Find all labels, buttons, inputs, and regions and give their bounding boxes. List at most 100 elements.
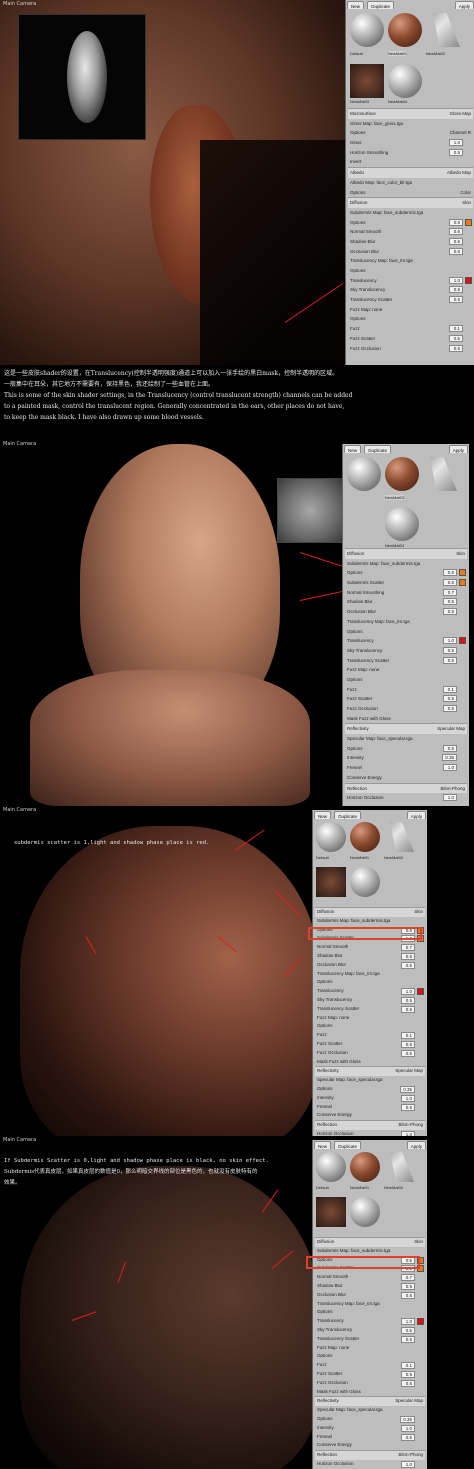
- material-ball[interactable]: [350, 867, 380, 897]
- settings-row[interactable]: Albedo Albedo Map: [348, 167, 473, 178]
- settings-row-value[interactable]: 0.7: [443, 588, 457, 596]
- settings-row[interactable]: Subdermis Map: face_subdermis.tga: [315, 1247, 425, 1256]
- settings-row-value[interactable]: 0.5: [443, 608, 457, 616]
- settings-row[interactable]: Translucency 1.0: [345, 636, 467, 646]
- settings-row[interactable]: Mask Fuzz with Gloss: [345, 714, 467, 724]
- settings-row-value[interactable]: 0.5: [449, 286, 463, 294]
- material-ball[interactable]: [347, 457, 381, 491]
- settings-row[interactable]: Sky Translucency 0.5: [315, 1326, 425, 1335]
- material-ball[interactable]: [350, 1197, 380, 1227]
- settings-row-value[interactable]: 1.0: [443, 764, 457, 772]
- settings-row[interactable]: Fuzz Scatter 0.5: [315, 1040, 425, 1049]
- settings-row[interactable]: Options Color: [348, 188, 473, 198]
- settings-row-value[interactable]: 0.1: [401, 1362, 415, 1370]
- settings-row-right[interactable]: Specular Map: [395, 1397, 423, 1406]
- duplicate-button[interactable]: Duplicate: [364, 445, 392, 453]
- settings-row[interactable]: Horizon Occlusion 1.0: [315, 1460, 425, 1469]
- settings-row[interactable]: Fresnel 0.5: [315, 1103, 425, 1112]
- settings-row[interactable]: Shadow Blur 0.5: [345, 597, 467, 607]
- settings-row[interactable]: Subdermis Map: face_subdermis.tga: [315, 917, 425, 926]
- material-ball[interactable]: [350, 64, 384, 98]
- settings-row[interactable]: Horizon Occlusion 1.0: [345, 793, 467, 803]
- settings-row-value[interactable]: 1.0: [401, 1318, 415, 1326]
- settings-row[interactable]: Options 0.6: [345, 568, 467, 578]
- settings-row[interactable]: Options: [315, 1352, 425, 1361]
- settings-row[interactable]: Options: [348, 266, 473, 276]
- settings-row-value[interactable]: 0.5: [443, 744, 457, 752]
- settings-row[interactable]: Fuzz Map: none: [315, 1014, 425, 1023]
- settings-row-value[interactable]: 0.5: [401, 1049, 415, 1057]
- settings-row-value[interactable]: 1.0: [401, 1424, 415, 1432]
- settings-row[interactable]: Fuzz Occlusion 0.5: [315, 1049, 425, 1058]
- settings-row[interactable]: Normal Smooth 0.7: [315, 943, 425, 952]
- settings-row[interactable]: Fuzz Map: none: [348, 305, 473, 315]
- settings-row[interactable]: Gloss Map: face_gloss.tga: [348, 119, 473, 129]
- settings-row[interactable]: Fuzz 0.1: [348, 324, 473, 334]
- settings-row[interactable]: Reflection Blinn-Phong: [345, 782, 467, 794]
- settings-row[interactable]: Fuzz 0.1: [345, 685, 467, 695]
- settings-row[interactable]: Occlusion Blur 0.5: [345, 607, 467, 617]
- settings-row[interactable]: Shadow Blur 0.6: [348, 237, 473, 247]
- settings-row[interactable]: Translucency 1.0: [315, 987, 425, 996]
- settings-row-right[interactable]: Gloss Map: [449, 109, 471, 119]
- color-swatch[interactable]: [459, 579, 466, 587]
- settings-row-right[interactable]: Specular Map: [395, 1067, 423, 1076]
- settings-row-value[interactable]: 0.6: [443, 579, 457, 587]
- duplicate-button[interactable]: Duplicate: [334, 811, 362, 819]
- settings-row-value[interactable]: 0.5: [443, 646, 457, 654]
- color-swatch[interactable]: [459, 637, 466, 645]
- settings-row-value[interactable]: 1.0: [401, 1094, 415, 1102]
- settings-row[interactable]: Options 0.35: [315, 1085, 425, 1094]
- settings-row-value[interactable]: 1.0: [449, 139, 463, 147]
- settings-row[interactable]: Fuzz Occlusion 0.5: [345, 704, 467, 714]
- settings-row-value[interactable]: 0.1: [443, 685, 457, 693]
- apply-button[interactable]: Apply: [406, 1141, 426, 1149]
- settings-row[interactable]: Shadow Blur 0.5: [315, 1282, 425, 1291]
- settings-row[interactable]: Reflectivity Specular Map: [345, 723, 467, 735]
- settings-row[interactable]: Subdermis Scatter 0.6: [345, 578, 467, 588]
- settings-row-value[interactable]: 0.35: [400, 1415, 415, 1423]
- settings-row-value[interactable]: 0.5: [401, 1433, 415, 1441]
- settings-row-right[interactable]: Skin: [456, 549, 465, 559]
- settings-row[interactable]: Translucency Scatter 0.5: [348, 295, 473, 305]
- settings-row-value[interactable]: 0.5: [401, 952, 415, 960]
- settings-row-right[interactable]: Skin: [414, 1238, 423, 1247]
- settings-row[interactable]: Fresnel 0.5: [315, 1433, 425, 1442]
- settings-row[interactable]: Albedo Map: face_color_bk.tga: [348, 178, 473, 188]
- settings-row-value[interactable]: 0.5: [401, 1326, 415, 1334]
- settings-row[interactable]: Diffusion Skin: [315, 907, 425, 917]
- settings-row[interactable]: Specular Map: face_specular.tga: [315, 1076, 425, 1085]
- apply-button[interactable]: Apply: [406, 811, 426, 819]
- settings-row-right[interactable]: Blinn-Phong: [398, 1121, 423, 1130]
- settings-row-right[interactable]: Blinn-Phong: [398, 1451, 423, 1460]
- settings-row-value[interactable]: 0.5: [401, 1370, 415, 1378]
- settings-row-value[interactable]: 0.5: [401, 1282, 415, 1290]
- new-button[interactable]: New: [314, 811, 332, 819]
- settings-row-right[interactable]: Specular Map: [437, 724, 465, 734]
- color-swatch[interactable]: [417, 988, 424, 996]
- settings-row[interactable]: Fuzz Map: none: [345, 665, 467, 675]
- settings-row[interactable]: Translucency Scatter 0.5: [315, 1335, 425, 1344]
- settings-row[interactable]: Options 0.35: [315, 1415, 425, 1424]
- color-swatch[interactable]: [459, 569, 466, 577]
- settings-row[interactable]: Normal Smooth 0.7: [315, 1273, 425, 1282]
- settings-row-value[interactable]: 0.5: [401, 1040, 415, 1048]
- duplicate-button[interactable]: Duplicate: [367, 1, 395, 9]
- settings-row[interactable]: Translucency Scatter 0.5: [345, 656, 467, 666]
- settings-row[interactable]: Shadow Blur 0.5: [315, 952, 425, 961]
- color-swatch[interactable]: [417, 1318, 424, 1326]
- material-ball[interactable]: [316, 1152, 346, 1182]
- settings-row[interactable]: Reflectivity Specular Map: [315, 1066, 425, 1077]
- settings-row-value[interactable]: 0.6: [449, 247, 463, 255]
- apply-button[interactable]: Apply: [448, 445, 468, 453]
- settings-row-value[interactable]: 0.6: [449, 228, 463, 236]
- settings-row[interactable]: Occlusion Blur 0.6: [348, 247, 473, 257]
- settings-row-value[interactable]: 0.5: [449, 344, 463, 352]
- settings-row[interactable]: Fuzz Map: none: [315, 1344, 425, 1353]
- settings-row-value[interactable]: 0.5: [443, 705, 457, 712]
- settings-row[interactable]: Horizon Smoothing 0.5: [348, 148, 473, 158]
- settings-row[interactable]: Gloss 1.0: [348, 138, 473, 148]
- settings-row-value[interactable]: 1.0: [443, 794, 457, 802]
- settings-row[interactable]: Occlusion Blur 0.5: [315, 1291, 425, 1300]
- settings-row[interactable]: Fresnel 1.0: [345, 763, 467, 773]
